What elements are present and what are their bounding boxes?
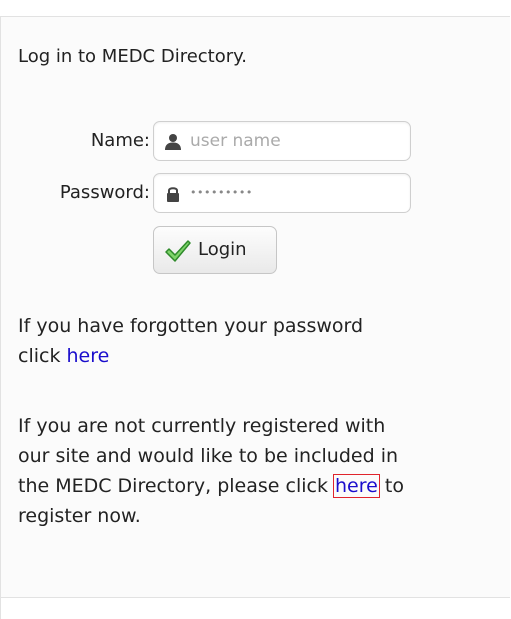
register-line-4: register now. [18, 505, 141, 527]
checkmark-icon [164, 238, 192, 264]
name-label: Name: [90, 130, 150, 151]
user-icon [164, 133, 182, 151]
forgot-line-1: If you have forgotten your password [18, 315, 364, 337]
register-link[interactable]: here [333, 474, 380, 498]
name-field[interactable] [153, 121, 411, 161]
register-line-2: our site and would like to be included i… [18, 445, 399, 467]
register-line-1: If you are not currently registered with [18, 415, 386, 437]
login-button-label: Login [198, 239, 247, 260]
lock-icon [164, 185, 182, 203]
register-text: If you are not currently registered with… [18, 411, 404, 531]
forgot-line-2-prefix: click [18, 345, 67, 367]
password-row: Password: ••••••••• [0, 173, 420, 213]
forgot-password-text: If you have forgotten your password clic… [18, 311, 363, 371]
password-input[interactable]: ••••••••• [190, 183, 253, 203]
intro-text: Log in to MEDC Directory. [18, 46, 247, 67]
register-line-3-suffix: to [378, 475, 404, 497]
forgot-password-link[interactable]: here [67, 345, 110, 367]
password-field[interactable]: ••••••••• [153, 173, 411, 213]
register-line-3-prefix: the MEDC Directory, please click [18, 475, 334, 497]
login-button[interactable]: Login [153, 226, 277, 274]
password-label: Password: [59, 182, 150, 203]
panel-border-tail [0, 596, 1, 619]
name-row: Name: [0, 121, 420, 161]
name-input[interactable] [190, 128, 400, 154]
